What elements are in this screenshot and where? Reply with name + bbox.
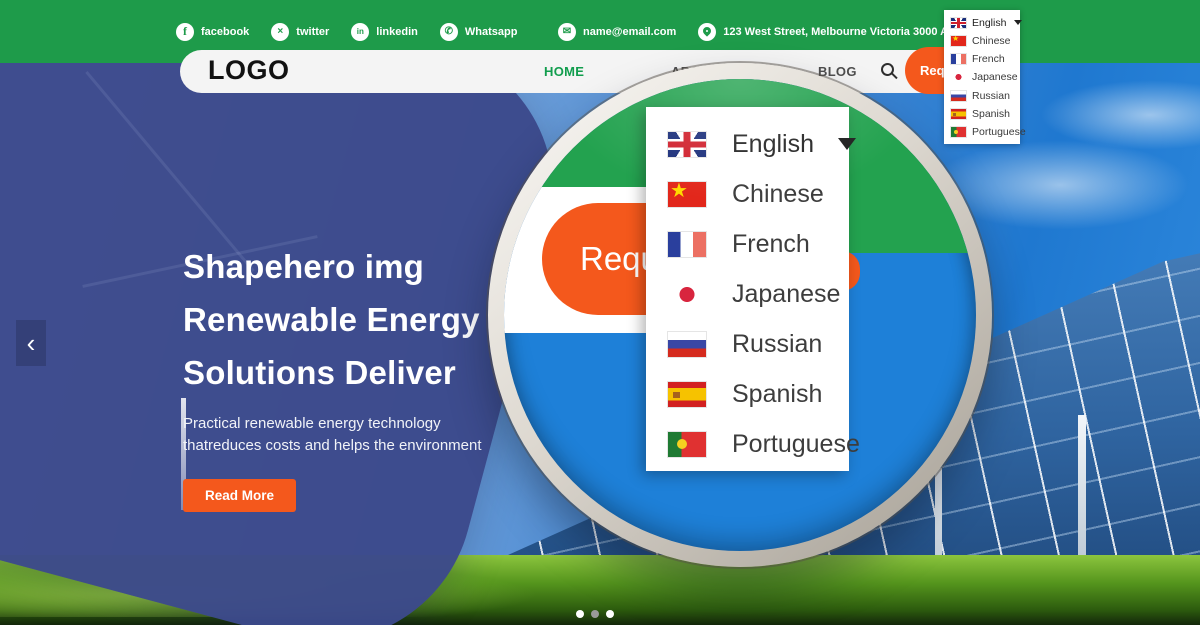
carousel-dot[interactable] [576,610,584,618]
carousel-dots [576,610,614,618]
language-option-chinese[interactable]: Chinese [951,33,1020,48]
language-option-portuguese[interactable]: Portuguese [951,125,1020,140]
carousel-dot[interactable] [591,610,599,618]
magnified-language-option-french: French [668,219,849,269]
email-text: name@email.com [583,26,676,38]
language-option-spanish[interactable]: Spanish [951,107,1020,122]
carousel-dot[interactable] [606,610,614,618]
nav-item-home[interactable]: HOME [544,64,584,79]
panel-support-pole [1078,415,1086,575]
whatsapp-label: Whatsapp [465,26,518,38]
magnified-language-option-portuguese: Portuguese [668,419,849,469]
language-dropdown: English Chinese French Japanese Russian … [944,10,1020,144]
magnified-language-option-japanese: Japanese [668,269,849,319]
caret-down-icon [1014,20,1022,25]
language-option-french[interactable]: French [951,52,1020,67]
search-icon[interactable] [881,63,894,76]
whatsapp-icon: ✆ [440,23,458,41]
email-link[interactable]: ✉ name@email.com [558,23,676,41]
language-option-russian[interactable]: Russian [951,88,1020,103]
read-more-button[interactable]: Read More [183,479,296,512]
japan-flag-icon [951,72,966,82]
location-pin-icon [698,23,716,41]
facebook-link[interactable]: f facebook [176,23,249,41]
selected-language-label: English [972,17,1006,29]
logo[interactable]: LOGO [208,55,290,86]
magnified-language-dropdown: English Chinese French Japanese R [646,107,849,471]
address-item[interactable]: 123 West Street, Melbourne Victoria 3000… [698,23,977,41]
hero-section: Shapehero img Renewable Energy Solutions… [183,240,523,512]
linkedin-link[interactable]: in linkedin [351,23,418,41]
carousel-prev-button[interactable] [16,320,46,366]
facebook-icon: f [176,23,194,41]
hero-heading-line3: Solutions Deliver [183,346,523,399]
hero-heading-line2: Renewable Energy [183,293,523,346]
magnifier-lens-content: Requ English Chinese French [504,79,976,551]
magnifier-lens: Requ English Chinese French [488,63,992,567]
whatsapp-link[interactable]: ✆ Whatsapp [440,23,518,41]
russia-flag-icon [668,332,706,357]
magnified-language-option-english: English [668,119,849,169]
twitter-x-icon: × [271,23,289,41]
language-option-japanese[interactable]: Japanese [951,70,1020,85]
uk-flag-icon [951,18,966,28]
twitter-link[interactable]: × twitter [271,23,329,41]
hero-heading-line1: Shapehero img [183,240,523,293]
france-flag-icon [668,232,706,257]
page: Shapehero img Renewable Energy Solutions… [0,0,1200,625]
japan-flag-icon [668,282,706,307]
twitter-label: twitter [296,26,329,38]
language-selected-english[interactable]: English [951,15,1020,30]
spain-flag-icon [951,109,966,119]
linkedin-label: linkedin [376,26,418,38]
magnified-language-option-russian: Russian [668,319,849,369]
hero-heading: Shapehero img Renewable Energy Solutions… [183,240,523,399]
france-flag-icon [951,54,966,64]
magnified-selected-language: English [732,130,814,159]
portugal-flag-icon [668,432,706,457]
caret-down-icon [838,138,856,150]
uk-flag-icon [668,132,706,157]
russia-flag-icon [951,91,966,101]
spain-flag-icon [668,382,706,407]
hero-paragraph: Practical renewable energy technology th… [183,413,495,457]
china-flag-icon [668,182,706,207]
china-flag-icon [951,36,966,46]
magnified-language-option-spanish: Spanish [668,369,849,419]
facebook-label: facebook [201,26,249,38]
email-icon: ✉ [558,23,576,41]
magnified-language-option-chinese: Chinese [668,169,849,219]
linkedin-icon: in [351,23,369,41]
address-text: 123 West Street, Melbourne Victoria 3000… [723,26,977,38]
portugal-flag-icon [951,127,966,137]
